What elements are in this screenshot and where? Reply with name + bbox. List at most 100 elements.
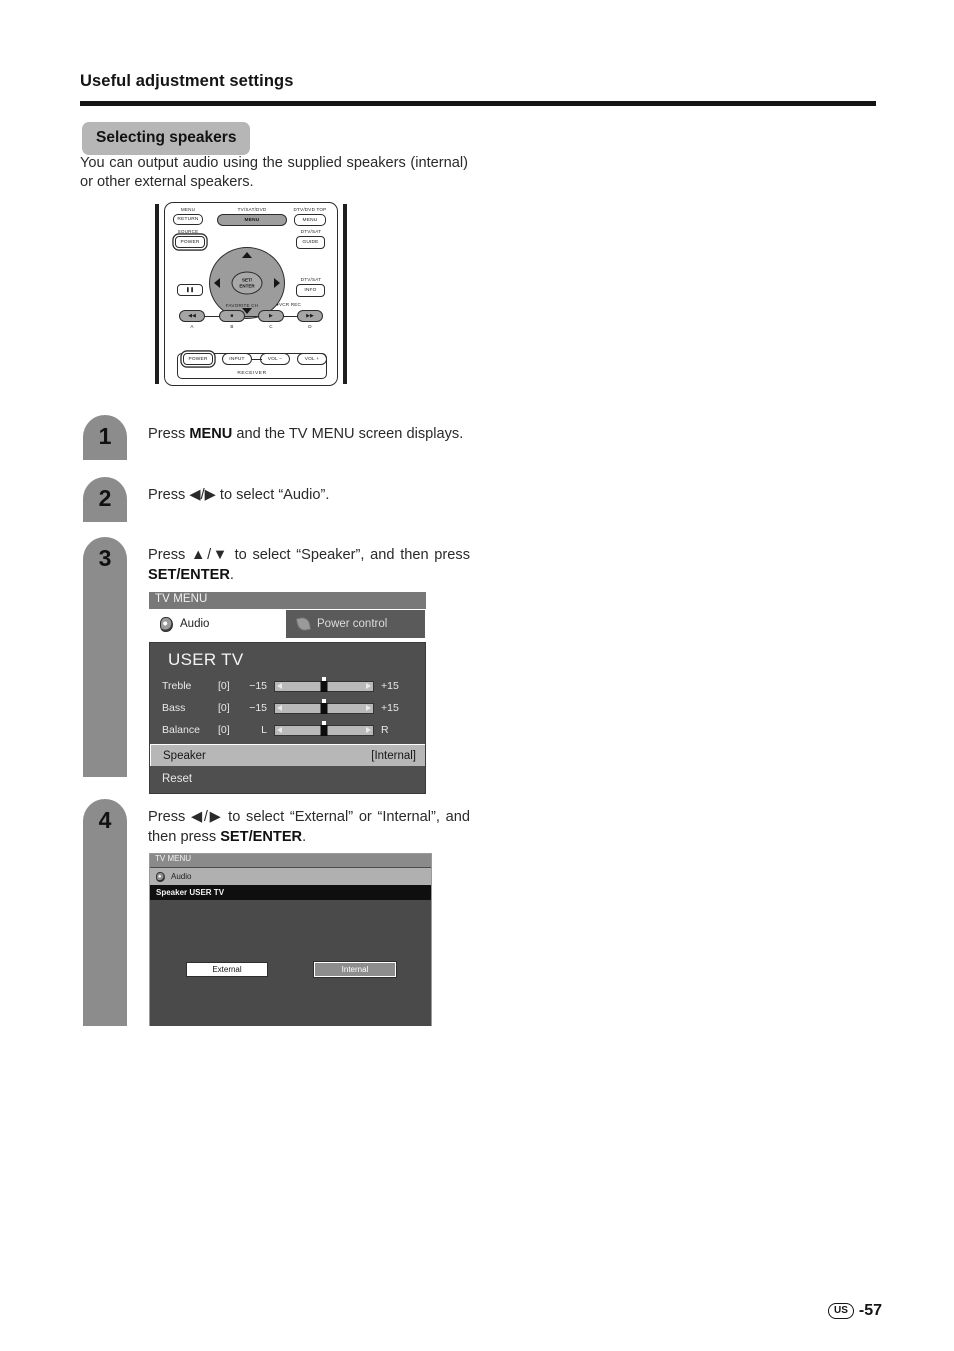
return-button[interactable]: RETURN: [173, 214, 203, 225]
up-arrow-icon[interactable]: [242, 252, 252, 258]
balance-max: R: [381, 724, 389, 736]
pause-button[interactable]: ❚❚: [177, 284, 203, 296]
slider-left-arrow-icon[interactable]: [277, 727, 282, 733]
region-badge: US: [827, 1303, 854, 1319]
remote-body: MENU TV/SAT/DVD DTV/DVD TOP RETURN MENU …: [164, 202, 338, 386]
slider-thumb[interactable]: [320, 702, 328, 714]
bass-min: −15: [249, 702, 267, 714]
page-number: -57: [858, 1302, 882, 1319]
speaker-option-label: Speaker: [163, 749, 206, 762]
treble-min: −15: [249, 680, 267, 692]
forward-button[interactable]: ▶▶: [297, 310, 323, 322]
slider-thumb[interactable]: [320, 680, 328, 692]
osd-panel-title: USER TV: [168, 650, 244, 669]
source-power-button[interactable]: POWER: [175, 236, 205, 248]
receiver-power-button[interactable]: POWER: [183, 353, 213, 365]
label-color-a: A: [190, 324, 194, 329]
step-text-4: Press ◀/▶ to select “External” or “Inter…: [148, 809, 470, 845]
slider-right-arrow-icon[interactable]: [366, 683, 371, 689]
rewind-button[interactable]: ◀◀: [179, 310, 205, 322]
set-enter-button[interactable]: SET/ ENTER: [231, 271, 263, 295]
stop-button[interactable]: ■: [219, 310, 245, 322]
slider-left-arrow-icon[interactable]: [277, 705, 282, 711]
tab-audio[interactable]: Audio: [149, 610, 286, 638]
step-badge-1: 1: [83, 415, 127, 460]
volume-down-button[interactable]: VOL −: [260, 353, 290, 365]
vol-connector-line: [252, 359, 262, 361]
set-enter-line-2: ENTER: [239, 283, 255, 288]
right-arrow-icon[interactable]: [274, 278, 280, 288]
bass-value: [0]: [218, 702, 230, 714]
left-arrow-icon[interactable]: [214, 278, 220, 288]
top-menu-button[interactable]: MENU: [294, 214, 326, 226]
internal-choice-button[interactable]: Internal: [313, 961, 397, 978]
slider-row-treble[interactable]: Treble [0] −15 +15: [150, 675, 425, 697]
osd4-tab-label: Audio: [171, 872, 192, 881]
volume-up-button[interactable]: VOL +: [297, 353, 327, 365]
step-text-3: Press ▲/▼ to select “Speaker”, and then …: [148, 547, 470, 583]
slider-row-bass[interactable]: Bass [0] −15 +15: [150, 697, 425, 719]
balance-value: [0]: [218, 724, 230, 736]
tab-power-control[interactable]: Power control: [286, 610, 425, 638]
slider-left-arrow-icon[interactable]: [277, 683, 282, 689]
option-row-reset[interactable]: Reset: [150, 768, 425, 790]
slider-right-arrow-icon[interactable]: [366, 727, 371, 733]
remote-control-illustration: MENU TV/SAT/DVD DTV/DVD TOP RETURN MENU …: [155, 202, 347, 388]
tab-audio-label: Audio: [180, 618, 210, 630]
guide-button[interactable]: GUIDE: [296, 236, 325, 249]
bass-slider[interactable]: [274, 698, 374, 714]
tv-menu-button[interactable]: MENU: [217, 214, 287, 226]
transport-connector-line: [187, 316, 309, 318]
direction-pad[interactable]: SET/ ENTER: [209, 247, 285, 319]
label-vcr-rec: ●VCR REC: [276, 302, 302, 307]
osd4-tab-audio[interactable]: Audio: [150, 868, 431, 885]
osd-screen-step3: TV MENU Audio Power control USER TV Treb…: [149, 592, 426, 794]
step-text-2: Press ◀/▶ to select “Audio”.: [148, 487, 330, 503]
section-heading-chip: Selecting speakers: [82, 122, 251, 155]
label-tv-sat-dvd: TV/SAT/DVD: [237, 207, 267, 212]
header-divider: [80, 101, 876, 106]
label-receiver: RECEIVER: [233, 370, 271, 376]
slider-center-tick: [322, 676, 326, 681]
external-choice-button[interactable]: External: [186, 962, 268, 977]
intro-paragraph: You can output audio using the supplied …: [80, 155, 468, 190]
page-title: Useful adjustment settings: [80, 72, 294, 90]
slider-right-arrow-icon[interactable]: [366, 705, 371, 711]
page-header: Useful adjustment settings: [80, 72, 876, 91]
label-color-c: C: [269, 324, 273, 329]
balance-label: Balance: [162, 724, 200, 736]
play-button[interactable]: ▶: [258, 310, 284, 322]
info-button[interactable]: INFO: [296, 284, 325, 297]
osd-tab-bar: Audio Power control: [149, 610, 426, 638]
osd-screen-step4: TV MENU Audio Speaker USER TV External I…: [149, 853, 432, 1026]
osd-panel: USER TV Treble [0] −15 +15 Bass [0] −15: [149, 642, 426, 794]
step-badge-2: 2: [83, 477, 127, 522]
reset-option-label: Reset: [162, 773, 193, 785]
treble-slider[interactable]: [274, 676, 374, 692]
balance-min: L: [261, 724, 267, 736]
osd-title-bar: TV MENU: [149, 592, 426, 609]
option-row-speaker[interactable]: Speaker [Internal]: [150, 744, 425, 766]
step-text-1: Press MENU and the TV MENU screen displa…: [148, 426, 464, 442]
speaker-icon: [160, 616, 173, 632]
treble-max: +15: [381, 680, 399, 692]
osd4-subtitle: Speaker USER TV: [150, 885, 431, 900]
remote-left-edge: [155, 204, 159, 384]
slider-row-balance[interactable]: Balance [0] L R: [150, 719, 425, 741]
page-footer: US -57: [827, 1302, 882, 1320]
speaker-icon: [156, 871, 165, 882]
treble-label: Treble: [162, 680, 192, 692]
step-badge-3: 3: [83, 537, 127, 777]
balance-slider[interactable]: [274, 720, 374, 736]
label-dtv-sat-guide: DTV/SAT: [300, 229, 322, 234]
osd4-title-bar: TV MENU: [150, 854, 431, 867]
slider-thumb[interactable]: [320, 724, 328, 736]
input-button[interactable]: INPUT: [222, 353, 252, 365]
label-menu: MENU: [180, 207, 196, 212]
osd4-choice-area: External Internal: [150, 900, 431, 1026]
speaker-option-value: [Internal]: [371, 749, 416, 762]
label-source: SOURCE: [177, 229, 199, 234]
treble-value: [0]: [218, 680, 230, 692]
bass-max: +15: [381, 702, 399, 714]
label-favorite-ch: FAVORITE CH: [225, 303, 259, 308]
